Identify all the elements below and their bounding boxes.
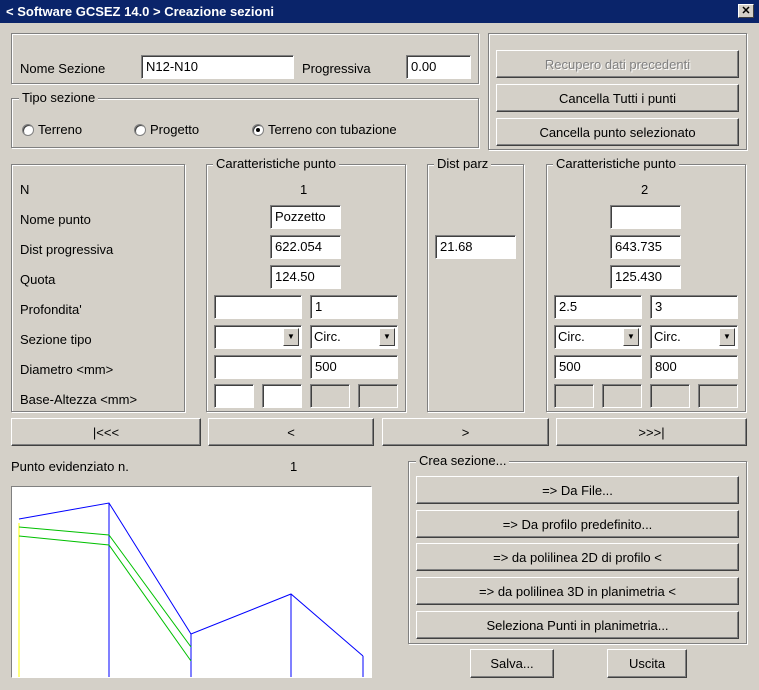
point1-diametro-a-input[interactable] xyxy=(214,355,302,379)
salva-button[interactable]: Salva... xyxy=(470,649,554,678)
point2-sezione-a-value: Circ. xyxy=(558,329,585,344)
radio-terreno-con-tubazione[interactable] xyxy=(252,124,264,136)
radio-progetto-label[interactable]: Progetto xyxy=(150,122,199,138)
seleziona-punti-label: Seleziona Punti in planimetria... xyxy=(486,617,669,633)
last-point-button[interactable]: >>>| xyxy=(556,418,747,446)
point2-sezione-a-select[interactable]: Circ. ▼ xyxy=(554,325,642,349)
close-button[interactable]: ✕ xyxy=(738,4,754,18)
punto-evidenziato-value: 1 xyxy=(290,459,298,474)
label-quota: Quota xyxy=(20,272,56,287)
first-point-label: |<<< xyxy=(92,424,120,440)
seleziona-punti-button[interactable]: Seleziona Punti in planimetria... xyxy=(416,611,739,639)
point2-legend: Caratteristiche punto xyxy=(553,157,679,171)
point2-diametro-b-input[interactable]: 800 xyxy=(650,355,738,379)
cancella-selezionato-label: Cancella punto selezionato xyxy=(539,124,696,140)
label-diametro: Diametro <mm> xyxy=(20,362,114,377)
plot-terrain-line xyxy=(18,502,364,657)
dist-parz-input[interactable]: 21.68 xyxy=(435,235,516,259)
prev-point-label: < xyxy=(287,424,295,440)
point1-dist-input[interactable]: 622.054 xyxy=(270,235,341,259)
dist-parz-panel xyxy=(427,164,524,412)
radio-terreno[interactable] xyxy=(22,124,34,136)
point1-altezza-b-input[interactable] xyxy=(358,384,398,408)
point1-profondita-b-input[interactable]: 1 xyxy=(310,295,398,319)
title-bar: < Software GCSEZ 14.0 > Creazione sezion… xyxy=(0,0,759,23)
section-preview-svg xyxy=(18,502,364,677)
close-icon: ✕ xyxy=(741,5,751,17)
point1-sezione-b-select[interactable]: Circ. ▼ xyxy=(310,325,398,349)
point1-legend: Caratteristiche punto xyxy=(213,157,339,171)
point1-sezione-b-value: Circ. xyxy=(314,329,341,344)
chevron-down-icon[interactable]: ▼ xyxy=(623,328,639,346)
point2-base-b-input[interactable] xyxy=(650,384,690,408)
uscita-button[interactable]: Uscita xyxy=(607,649,687,678)
point2-profondita-b-input[interactable]: 3 xyxy=(650,295,738,319)
cancella-tutti-button[interactable]: Cancella Tutti i punti xyxy=(496,84,739,112)
point1-quota-input[interactable]: 124.50 xyxy=(270,265,341,289)
prev-point-button[interactable]: < xyxy=(208,418,374,446)
label-base-altezza: Base-Altezza <mm> xyxy=(20,392,138,407)
point2-base-a-input[interactable] xyxy=(554,384,594,408)
salva-label: Salva... xyxy=(490,656,534,671)
punto-evidenziato-label: Punto evidenziato n. xyxy=(11,459,129,474)
chevron-down-icon[interactable]: ▼ xyxy=(283,328,299,346)
window-title: < Software GCSEZ 14.0 > Creazione sezion… xyxy=(6,4,275,19)
da-polilinea-3d-button[interactable]: => da polilinea 3D in planimetria < xyxy=(416,577,739,605)
point2-altezza-a-input[interactable] xyxy=(602,384,642,408)
crea-sezione-legend: Crea sezione... xyxy=(416,454,510,468)
chevron-down-icon[interactable]: ▼ xyxy=(719,328,735,346)
chevron-down-icon[interactable]: ▼ xyxy=(379,328,395,346)
point2-sezione-b-value: Circ. xyxy=(654,329,681,344)
next-point-label: > xyxy=(461,424,470,440)
progressiva-label: Progressiva xyxy=(302,61,371,76)
point2-nome-input[interactable] xyxy=(610,205,681,229)
point2-sezione-b-select[interactable]: Circ. ▼ xyxy=(650,325,738,349)
dist-parz-legend: Dist parz xyxy=(434,157,492,171)
nome-sezione-label: Nome Sezione xyxy=(20,61,106,76)
point1-number: 1 xyxy=(300,182,308,197)
da-polilinea-3d-label: => da polilinea 3D in planimetria < xyxy=(479,583,676,599)
radio-progetto[interactable] xyxy=(134,124,146,136)
label-nome-punto: Nome punto xyxy=(20,212,91,227)
plot-pipe-bottom-line xyxy=(18,535,192,662)
cancella-tutti-label: Cancella Tutti i punti xyxy=(558,90,677,106)
point2-number: 2 xyxy=(641,182,649,197)
next-point-button[interactable]: > xyxy=(382,418,549,446)
recupero-dati-button[interactable]: Recupero dati precedenti xyxy=(496,50,739,78)
point2-diametro-a-input[interactable]: 500 xyxy=(554,355,642,379)
da-polilinea-2d-label: => da polilinea 2D di profilo < xyxy=(493,549,662,565)
da-file-label: => Da File... xyxy=(542,482,613,498)
point2-altezza-b-input[interactable] xyxy=(698,384,738,408)
point1-diametro-b-input[interactable]: 500 xyxy=(310,355,398,379)
point1-profondita-a-input[interactable] xyxy=(214,295,302,319)
first-point-button[interactable]: |<<< xyxy=(11,418,201,446)
recupero-dati-label: Recupero dati precedenti xyxy=(544,56,691,72)
progressiva-input[interactable]: 0.00 xyxy=(406,55,471,79)
uscita-label: Uscita xyxy=(628,656,666,671)
radio-terreno-label[interactable]: Terreno xyxy=(38,122,82,138)
tipo-sezione-legend: Tipo sezione xyxy=(19,91,99,105)
da-polilinea-2d-button[interactable]: => da polilinea 2D di profilo < xyxy=(416,543,739,571)
cancella-selezionato-button[interactable]: Cancella punto selezionato xyxy=(496,118,739,146)
da-profilo-label: => Da profilo predefinito... xyxy=(502,516,653,532)
last-point-label: >>>| xyxy=(638,424,665,440)
point1-base-a-input[interactable] xyxy=(214,384,254,408)
point1-altezza-a-input[interactable] xyxy=(262,384,302,408)
point2-quota-input[interactable]: 125.430 xyxy=(610,265,681,289)
da-file-button[interactable]: => Da File... xyxy=(416,476,739,504)
label-n: N xyxy=(20,182,30,197)
point1-base-b-input[interactable] xyxy=(310,384,350,408)
label-sezione-tipo: Sezione tipo xyxy=(20,332,92,347)
point2-profondita-a-input[interactable]: 2.5 xyxy=(554,295,642,319)
label-profondita: Profondita' xyxy=(20,302,82,317)
section-preview-plot xyxy=(11,486,372,678)
point2-dist-input[interactable]: 643.735 xyxy=(610,235,681,259)
point1-nome-input[interactable]: Pozzetto xyxy=(270,205,341,229)
nome-sezione-input[interactable]: N12-N10 xyxy=(141,55,294,79)
label-dist-progressiva: Dist progressiva xyxy=(20,242,114,257)
radio-terreno-con-tubazione-label[interactable]: Terreno con tubazione xyxy=(268,122,397,138)
da-profilo-button[interactable]: => Da profilo predefinito... xyxy=(416,510,739,538)
point1-sezione-a-select[interactable]: ▼ xyxy=(214,325,302,349)
